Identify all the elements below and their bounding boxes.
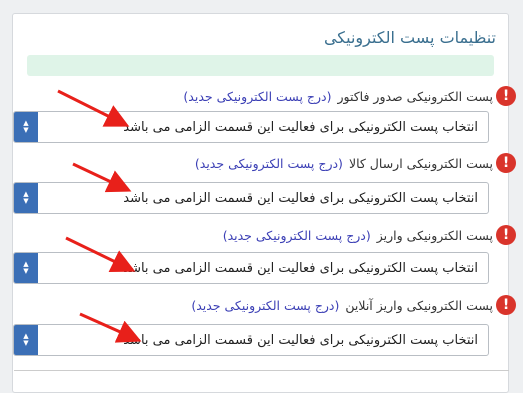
select-value: انتخاب پست الکترونیکی برای فعالیت این قس… xyxy=(123,119,478,135)
exclamation-icon: ! xyxy=(496,153,516,173)
field-label-text: پست الکترونیکی ارسال کالا xyxy=(348,155,493,171)
field-label-text: پست الکترونیکی صدور فاکتور xyxy=(337,88,493,104)
deposit-email-select[interactable]: ▲ ▼ انتخاب پست الکترونیکی برای فعالیت این… xyxy=(13,252,489,284)
new-email-link[interactable]: (درج پست الکترونیکی جدید) xyxy=(191,298,339,313)
updown-chevron-icon[interactable]: ▲ ▼ xyxy=(14,183,38,213)
field-online-deposit-email-label: ! پست الکترونیکی واریز آنلاین (درج پست ا… xyxy=(191,294,516,316)
select-value: انتخاب پست الکترونیکی برای فعالیت این قس… xyxy=(123,260,478,276)
alert-strip xyxy=(27,55,494,76)
field-shipping-email-label: ! پست الکترونیکی ارسال کالا (درج پست الک… xyxy=(195,152,516,174)
field-invoice-email-label: ! پست الکترونیکی صدور فاکتور (درج پست ال… xyxy=(183,85,516,107)
field-label-text: پست الکترونیکی واریز آنلاین xyxy=(345,297,493,313)
field-deposit-email-label: ! پست الکترونیکی واریز (درج پست الکترونی… xyxy=(223,224,516,246)
updown-chevron-icon[interactable]: ▲ ▼ xyxy=(14,253,38,283)
updown-chevron-icon[interactable]: ▲ ▼ xyxy=(14,112,38,142)
field-label-text: پست الکترونیکی واریز xyxy=(376,227,493,243)
online-deposit-email-select[interactable]: ▲ ▼ انتخاب پست الکترونیکی برای فعالیت این… xyxy=(13,324,489,356)
exclamation-icon: ! xyxy=(496,86,516,106)
select-value: انتخاب پست الکترونیکی برای فعالیت این قس… xyxy=(123,190,478,206)
exclamation-icon: ! xyxy=(496,295,516,315)
exclamation-icon: ! xyxy=(496,225,516,245)
new-email-link[interactable]: (درج پست الکترونیکی جدید) xyxy=(223,228,371,243)
select-value: انتخاب پست الکترونیکی برای فعالیت این قس… xyxy=(123,332,478,348)
invoice-email-select[interactable]: ▲ ▼ انتخاب پست الکترونیکی برای فعالیت این… xyxy=(13,111,489,143)
updown-chevron-icon[interactable]: ▲ ▼ xyxy=(14,325,38,355)
shipping-email-select[interactable]: ▲ ▼ انتخاب پست الکترونیکی برای فعالیت این… xyxy=(13,182,489,214)
new-email-link[interactable]: (درج پست الکترونیکی جدید) xyxy=(183,89,331,104)
panel-title: تنظیمات پست الکترونیکی xyxy=(323,28,496,47)
divider xyxy=(14,370,509,371)
new-email-link[interactable]: (درج پست الکترونیکی جدید) xyxy=(195,156,343,171)
